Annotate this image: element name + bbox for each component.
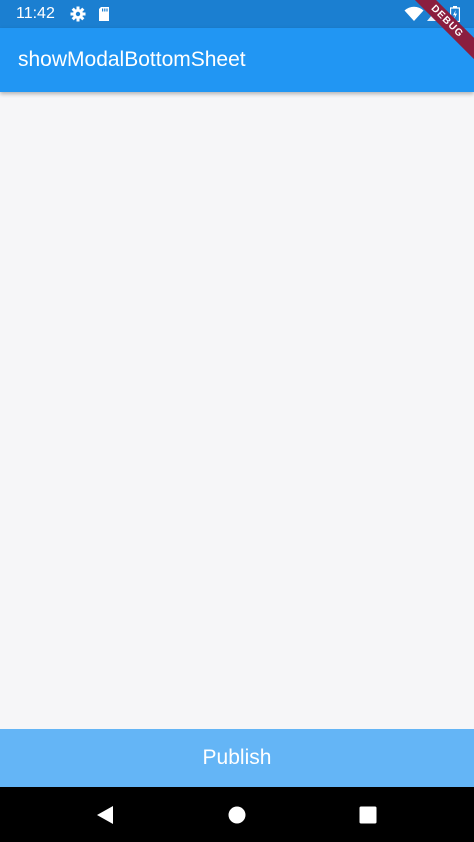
phone-screen: 11:42 showModalBottomSheet DEBUG Publish bbox=[0, 0, 474, 842]
navigation-bar bbox=[0, 787, 474, 842]
gear-icon bbox=[70, 6, 86, 22]
debug-banner: DEBUG bbox=[394, 0, 474, 80]
status-time: 11:42 bbox=[16, 5, 55, 22]
publish-button[interactable]: Publish bbox=[0, 729, 474, 787]
recents-icon[interactable] bbox=[357, 804, 379, 826]
home-icon[interactable] bbox=[226, 804, 248, 826]
debug-banner-label: DEBUG bbox=[402, 0, 474, 66]
sd-card-icon bbox=[96, 6, 112, 22]
page-body bbox=[0, 92, 474, 729]
app-bar-title: showModalBottomSheet bbox=[18, 48, 246, 71]
back-icon[interactable] bbox=[94, 804, 116, 826]
